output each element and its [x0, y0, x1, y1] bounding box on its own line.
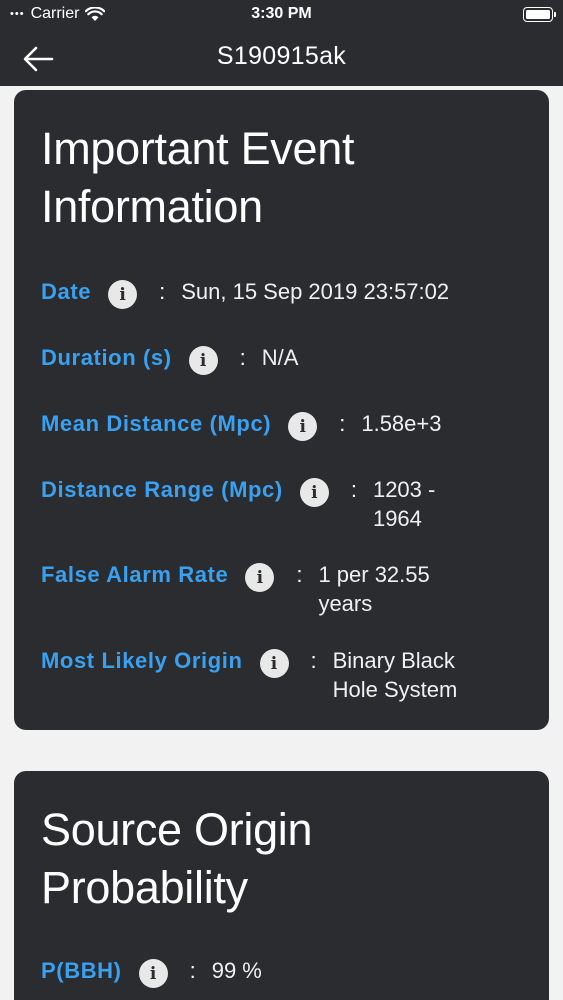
separator: :: [310, 648, 317, 673]
info-row-false-alarm-rate: False Alarm Rate i : 1 per 32.55 years: [41, 560, 529, 618]
separator: :: [296, 562, 303, 587]
info-icon[interactable]: i: [288, 412, 318, 441]
navigation-bar: ••• Carrier 3:30 PM S190915ak: [0, 0, 563, 86]
separator: :: [339, 411, 346, 436]
row-value: 99 %: [211, 958, 262, 983]
info-row-mean-distance: Mean Distance (Mpc) i : 1.58e+3: [41, 409, 529, 441]
separator: :: [350, 477, 357, 502]
row-label: Mean Distance (Mpc): [41, 411, 272, 436]
info-row-p-bbh: P(BBH) i : 99 %: [41, 956, 529, 988]
row-label: Most Likely Origin: [41, 648, 243, 673]
info-icon[interactable]: i: [299, 478, 329, 507]
row-value: Sun, 15 Sep 2019 23:57:02: [181, 279, 450, 304]
row-label: Distance Range (Mpc): [41, 477, 283, 502]
row-label: Date: [41, 279, 92, 304]
row-value: 1203 - 1964: [372, 477, 436, 531]
row-value: Binary Black Hole System: [332, 648, 458, 702]
info-row-date: Date i : Sun, 15 Sep 2019 23:57:02: [41, 277, 529, 309]
row-value: 1 per 32.55 years: [318, 562, 430, 616]
card-title: Important Event Information: [41, 123, 355, 232]
info-icon[interactable]: i: [245, 563, 275, 592]
status-time: 3:30 PM: [251, 5, 312, 22]
row-label: False Alarm Rate: [41, 562, 229, 587]
battery-icon: [523, 7, 556, 22]
row-label: Duration (s): [41, 345, 172, 370]
info-row-most-likely-origin: Most Likely Origin i : Binary Black Hole…: [41, 646, 529, 704]
info-row-duration: Duration (s) i : N/A: [41, 343, 529, 375]
info-icon[interactable]: i: [108, 280, 138, 309]
info-icon[interactable]: i: [259, 649, 289, 678]
row-label: P(BBH): [41, 958, 122, 983]
separator: :: [189, 958, 196, 983]
probability-card: Source Origin Probability P(BBH) i : 99 …: [14, 771, 549, 1000]
info-icon[interactable]: i: [138, 959, 168, 988]
status-bar: ••• Carrier 3:30 PM: [0, 0, 563, 30]
card-title: Source Origin Probability: [41, 804, 313, 913]
row-value: N/A: [261, 345, 299, 370]
page-title: S190915ak: [216, 42, 347, 70]
row-value: 1.58e+3: [361, 411, 442, 436]
separator: :: [159, 279, 166, 304]
info-row-distance-range: Distance Range (Mpc) i : 1203 - 1964: [41, 475, 529, 533]
info-icon[interactable]: i: [188, 346, 218, 375]
event-info-card: Important Event Information Date i : Sun…: [14, 90, 549, 730]
separator: :: [239, 345, 246, 370]
